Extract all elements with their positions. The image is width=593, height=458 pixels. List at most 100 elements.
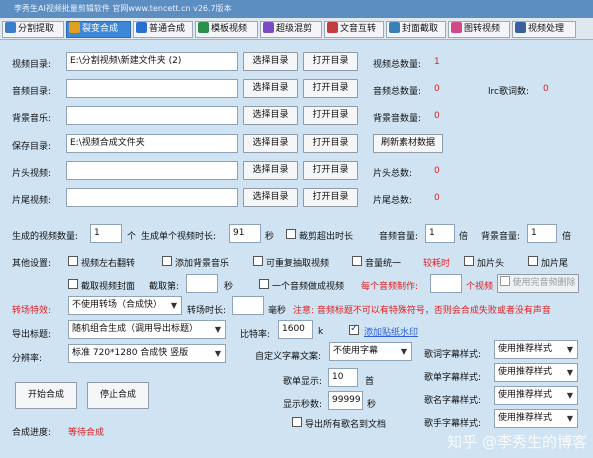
tab-label: 超级混剪 (276, 24, 313, 34)
head-video-label: 片头视频: (12, 169, 52, 179)
add-bgm-checkbox[interactable] (162, 256, 172, 266)
video-open-dir-button[interactable]: 打开目录 (303, 52, 358, 71)
one-audio-label: 一个音频做成视频 (272, 282, 345, 292)
chevron-down-icon: ▼ (400, 347, 407, 356)
video-select-dir-button[interactable]: 选择目录 (243, 52, 298, 71)
video-vol-label: 音频音量: (379, 232, 419, 242)
per-audio-input[interactable] (430, 274, 462, 293)
custom-subtitle-select[interactable]: 不使用字幕 ▼ (329, 342, 412, 361)
tab-label: 模板视频 (211, 24, 248, 34)
tail-select-dir-button[interactable]: 选择目录 (243, 188, 298, 207)
head-open-dir-button[interactable]: 打开目录 (303, 161, 358, 180)
crop-frames-label: 截取第: (149, 282, 180, 292)
start-merge-button[interactable]: 开始合成 (15, 382, 77, 409)
transition-len-input[interactable] (232, 296, 264, 315)
save-select-dir-button[interactable]: 选择目录 (243, 134, 298, 153)
tail-open-dir-button[interactable]: 打开目录 (303, 188, 358, 207)
one-audio-checkbox[interactable] (259, 279, 269, 289)
lyric-show-input[interactable]: 10 (328, 368, 358, 387)
bgm-select-dir-button[interactable]: 选择目录 (243, 106, 298, 125)
add-watermark-link[interactable]: 添加贴纸水印 (364, 325, 418, 338)
video-vol-unit: 倍 (459, 232, 469, 242)
tab-image-video[interactable]: 图转视频 (448, 21, 510, 38)
bitrate-label: 比特率: (240, 330, 271, 340)
use-audio-delete-toggle[interactable]: 使用完音频删除 (497, 274, 579, 293)
progress-label: 合成进度: (12, 428, 52, 438)
song-list-style-value: 使用推荐样式 (498, 367, 553, 377)
head-select-dir-button[interactable]: 选择目录 (243, 161, 298, 180)
slow-note: 较耗时 (423, 259, 451, 269)
crop-frames-input[interactable] (186, 274, 218, 293)
chevron-down-icon: ▼ (170, 301, 177, 310)
per-audio-label: 每个音频制作: (361, 282, 419, 292)
tab-label: 视频处理 (528, 24, 565, 34)
resolution-label: 分辨率: (12, 354, 43, 364)
per-audio-unit: 个视频 (466, 282, 494, 292)
repeat-extract-checkbox[interactable] (253, 256, 263, 266)
crop-cover-checkbox[interactable] (68, 279, 78, 289)
export-title-label: 导出标题: (12, 330, 52, 340)
bgm-open-dir-button[interactable]: 打开目录 (303, 106, 358, 125)
resolution-select[interactable]: 标准 720*1280 合成快 竖版 ▼ (68, 344, 226, 363)
gen-count-input[interactable]: 1 (90, 224, 122, 243)
tab-cover[interactable]: 封面截取 (386, 21, 446, 38)
save-dir-input[interactable]: E:\视频合成文件夹 (66, 134, 238, 153)
tab-text-audio[interactable]: 文音互转 (324, 21, 384, 38)
single-len-input[interactable]: 91 (229, 224, 261, 243)
tail-video-input[interactable] (66, 188, 238, 207)
tab-split[interactable]: 分割提取 (2, 21, 64, 38)
tab-template[interactable]: 模板视频 (195, 21, 258, 38)
export-title-select[interactable]: 随机组合生成（调用导出标题） ▼ (68, 320, 226, 339)
add-head-label: 加片头 (477, 259, 505, 269)
bitrate-input[interactable]: 1600 (278, 320, 313, 339)
custom-subtitle-label: 自定义字幕文案: (255, 352, 322, 362)
use-audio-delete-checkbox[interactable] (500, 276, 511, 286)
tab-normal-merge[interactable]: 普通合成 (133, 21, 193, 38)
audio-dir-input[interactable] (66, 79, 238, 98)
tab-video-process[interactable]: 视频处理 (512, 21, 576, 38)
head-video-input[interactable] (66, 161, 238, 180)
zhihu-watermark: 知乎 @李秀生的博客 (447, 433, 587, 451)
song-list-style-select[interactable]: 使用推荐样式 ▼ (494, 363, 578, 382)
crop-icon (389, 22, 400, 33)
show-sec-input[interactable]: 99999 (328, 391, 363, 410)
song-name-style-value: 使用推荐样式 (498, 390, 553, 400)
bg-vol-input[interactable]: 1 (527, 224, 557, 243)
image-icon (451, 22, 462, 33)
singer-style-select[interactable]: 使用推荐样式 ▼ (494, 409, 578, 428)
add-watermark-checkbox[interactable] (349, 323, 359, 335)
audio-open-dir-button[interactable]: 打开目录 (303, 79, 358, 98)
bgm-input[interactable] (66, 106, 238, 125)
show-sec-unit: 秒 (367, 400, 377, 410)
add-head-checkbox[interactable] (464, 256, 474, 266)
lyric-style-select[interactable]: 使用推荐样式 ▼ (494, 340, 578, 359)
flip-checkbox[interactable] (68, 256, 78, 266)
bgm-count-label: 背景音数量: (373, 114, 422, 124)
mic-icon (327, 22, 338, 33)
tab-fission-merge[interactable]: 裂变合成 (66, 21, 131, 38)
audio-select-dir-button[interactable]: 选择目录 (243, 79, 298, 98)
gen-count-label: 生成的视频数量: (12, 232, 79, 242)
vol-unify-checkbox[interactable] (352, 256, 362, 266)
chevron-down-icon: ▼ (566, 368, 573, 377)
resolution-value: 标准 720*1280 合成快 竖版 (72, 348, 189, 358)
tab-super-mix[interactable]: 超级混剪 (260, 21, 322, 38)
crop-frames-unit: 秒 (224, 282, 234, 292)
song-name-style-select[interactable]: 使用推荐样式 ▼ (494, 386, 578, 405)
merge-icon (69, 22, 80, 33)
progress-value: 等待合成 (68, 428, 105, 438)
transition-select[interactable]: 不使用转场（合成快） ▼ (68, 296, 182, 315)
add-bgm-label: 添加背景音乐 (175, 259, 230, 269)
save-open-dir-button[interactable]: 打开目录 (303, 134, 358, 153)
stop-merge-button[interactable]: 停止合成 (87, 382, 149, 409)
crop-over-checkbox[interactable] (286, 229, 296, 239)
add-tail-label: 加片尾 (541, 259, 569, 269)
refresh-material-button[interactable]: 刷新素材数据 (373, 134, 443, 153)
use-audio-delete-label: 使用完音频删除 (512, 278, 576, 288)
export-all-names-checkbox[interactable] (292, 417, 302, 427)
video-dir-input[interactable]: E:\分割视频\新建文件夹 (2) (66, 52, 238, 71)
audio-count-label: 音频总数量: (373, 87, 422, 97)
film-icon (5, 22, 16, 33)
add-tail-checkbox[interactable] (528, 256, 538, 266)
video-vol-input[interactable]: 1 (425, 224, 455, 243)
